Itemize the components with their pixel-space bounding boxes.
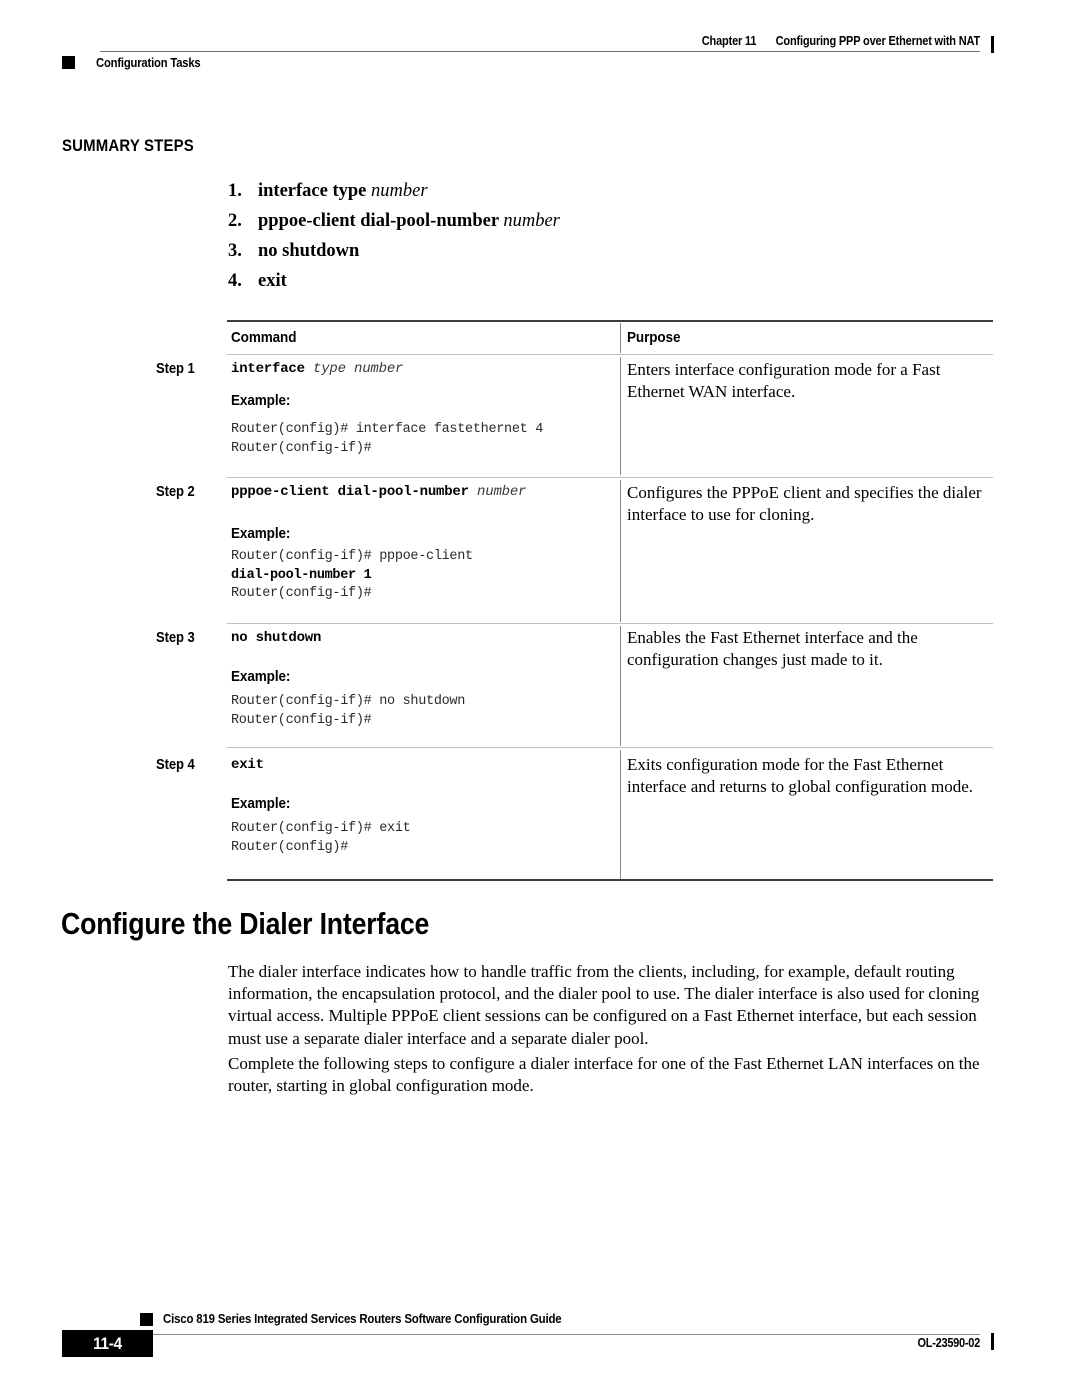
section-paragraph-1: The dialer interface indicates how to ha… [228,962,980,1048]
page-number: 11-4 [93,1334,122,1353]
summary-step-text: interface type number [258,176,428,206]
running-header: Chapter 11 Configuring PPP over Ethernet … [206,34,980,48]
example-code-block: Router(config-if)# exit Router(config)# [231,821,411,855]
summary-step-command: no shutdown [258,241,360,261]
table-step-label: Step 2 [156,484,195,500]
table-step-label: Step 4 [156,757,195,773]
summary-step-command: exit [258,271,287,291]
table-purpose: Enters interface configuration mode for … [627,360,941,401]
example-label: Example: [231,392,291,409]
header-rule [100,51,980,52]
summary-step-text: no shutdown [258,236,359,266]
summary-step-item: 4. exit [228,266,928,296]
table-header-purpose: Purpose [627,329,681,346]
summary-step-number: 2. [228,211,242,231]
summary-step-number: 4. [228,271,242,291]
example-code-line-bold: dial-pool-number 1 [231,567,372,583]
footer-edge-tick [991,1333,994,1350]
summary-step-text: pppoe-client dial-pool-number number [258,206,560,236]
table-column-divider [620,480,621,622]
table-purpose: Exits configuration mode for the Fast Et… [627,755,974,796]
command-keyword: pppoe-client dial-pool-number [231,484,469,500]
table-step-label: Step 3 [156,630,195,646]
footer-document-id: OL-23590-02 [917,1336,980,1350]
table-command: interface type number [231,361,403,377]
summary-steps-title: SUMMARY STEPS [62,136,194,155]
summary-step-command: interface type [258,181,372,201]
table-header-separator [227,354,993,355]
summary-step-argument: number [371,181,428,201]
table-command: exit [231,757,264,773]
footer-rule [100,1334,980,1335]
document-page: Chapter 11 Configuring PPP over Ethernet … [0,0,1080,1397]
table-bottom-border [227,879,993,881]
page-number-badge: 11-4 [62,1330,153,1357]
table-purpose: Enables the Fast Ethernet interface and … [627,628,918,669]
summary-step-number: 3. [228,241,242,261]
summary-step-text: exit [258,266,287,296]
table-purpose: Configures the PPPoE client and specifie… [627,483,982,524]
summary-step-command: pppoe-client dial-pool-number [258,211,504,231]
example-code-line: Router(config-if)# [231,586,372,601]
example-label: Example: [231,668,291,685]
table-row-separator [227,623,993,624]
table-column-divider [620,323,621,353]
table-command: pppoe-client dial-pool-number number [231,484,526,500]
section-heading: Configure the Dialer Interface [61,906,430,941]
summary-step-item: 3. no shutdown [228,236,928,266]
table-column-divider [620,750,621,879]
footer-bullet-square-icon [140,1313,153,1326]
footer-document-title: Cisco 819 Series Integrated Services Rou… [163,1311,562,1326]
summary-step-item: 2. pppoe-client dial-pool-number number [228,206,928,236]
header-section-label: Configuration Tasks [96,56,201,70]
example-label: Example: [231,525,291,542]
command-keyword: no shutdown [231,630,322,646]
example-code-block: Router(config)# interface fastethernet 4… [231,422,544,456]
table-row-separator [227,747,993,748]
summary-step-argument: number [503,211,560,231]
section-paragraph-2: Complete the following steps to configur… [228,1054,980,1096]
table-column-divider [620,626,621,746]
example-code-block: Router(config-if)# pppoe-client dial-poo… [231,548,473,604]
example-code-block: Router(config-if)# no shutdown Router(co… [231,694,466,728]
summary-steps-list: 1. interface type number 2. pppoe-client… [228,176,928,296]
summary-step-item: 1. interface type number [228,176,928,206]
table-header-command: Command [231,329,297,346]
header-chapter-title: Configuring PPP over Ethernet with NAT [775,34,981,48]
summary-step-number: 1. [228,181,242,201]
table-column-divider [620,357,621,475]
header-chapter-number: Chapter 11 [701,34,757,48]
command-keyword: interface [231,361,305,377]
command-argument: type number [304,361,404,377]
header-edge-tick [991,36,994,53]
table-top-border [227,320,993,322]
example-code-line: Router(config-if)# pppoe-client [231,549,473,564]
command-keyword: exit [231,757,264,773]
table-step-label: Step 1 [156,361,195,377]
command-argument: number [468,484,527,500]
table-row-separator [227,477,993,478]
table-command: no shutdown [231,630,321,646]
example-label: Example: [231,795,291,812]
header-bullet-square-icon [62,56,75,69]
